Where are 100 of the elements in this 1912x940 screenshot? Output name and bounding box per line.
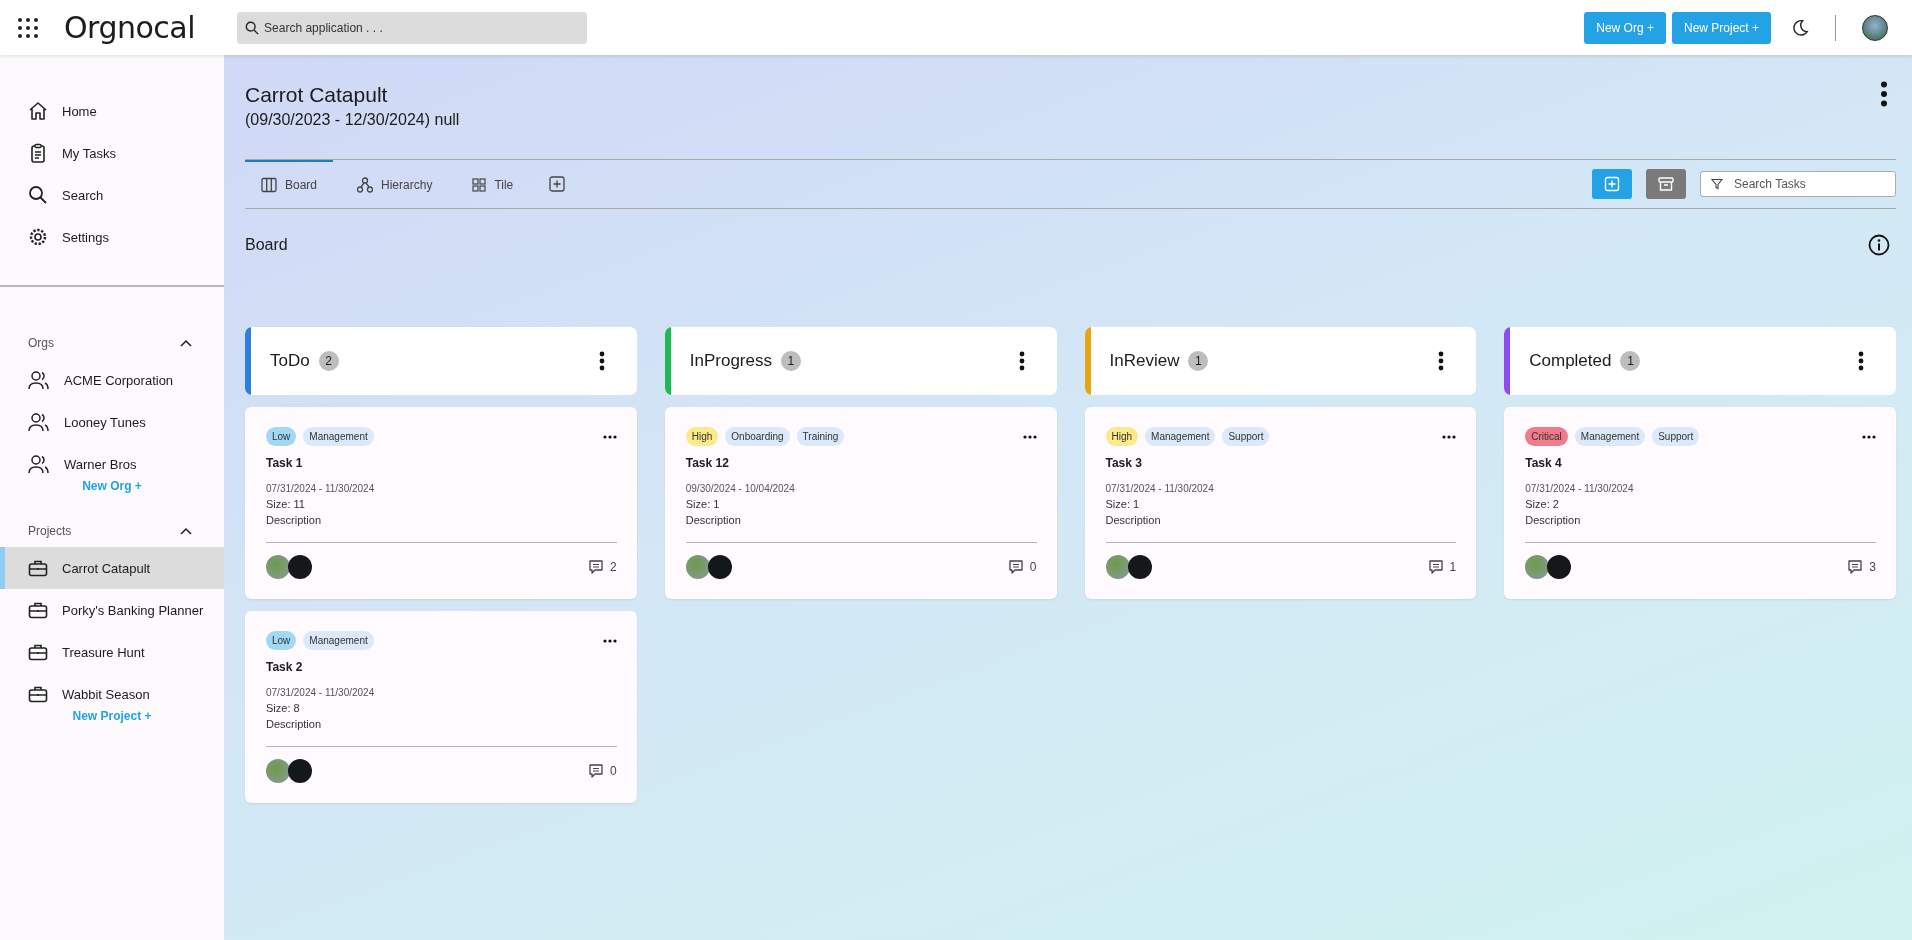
task-title: Task 12 (685, 456, 730, 470)
more-vertical-icon[interactable] (598, 351, 605, 371)
more-horizontal-icon[interactable] (602, 638, 617, 643)
column-title: Completed (1529, 351, 1612, 371)
project-item[interactable]: Porky's Banking Planner (0, 589, 224, 631)
count-badge: 1 (780, 351, 801, 371)
task-size: Size: 1 (1105, 498, 1141, 510)
avatar-placeholder (1547, 555, 1572, 579)
apps-grid-icon[interactable] (18, 17, 38, 38)
task-card[interactable]: High Onboarding Training Task 12 09/30/2024 - 10/04/2024 Size: 1 Description 0 (664, 407, 1057, 599)
more-vertical-icon[interactable] (1880, 81, 1888, 107)
moon-icon[interactable] (1791, 18, 1809, 37)
settings-icon (28, 227, 48, 247)
tag: Low (266, 631, 297, 650)
tag: Support (1222, 427, 1270, 446)
chevron-up-icon[interactable] (180, 527, 192, 535)
comment-icon[interactable] (1007, 559, 1024, 575)
view-tab[interactable]: Tile (456, 159, 530, 208)
avatar-placeholder (1127, 555, 1152, 579)
count-badge: 2 (318, 351, 339, 371)
tag: Support (1652, 427, 1700, 446)
nav-item[interactable]: My Tasks (0, 132, 224, 174)
comment-icon[interactable] (1847, 559, 1864, 575)
project-item[interactable]: Treasure Hunt (0, 631, 224, 673)
avatar-placeholder[interactable] (1862, 14, 1888, 41)
task-dates: 07/31/2024 - 11/30/2024 (1525, 483, 1635, 494)
add-view-icon[interactable] (549, 176, 566, 192)
archive-icon (1658, 176, 1674, 192)
task-description: Description (1525, 514, 1582, 526)
plus-icon (1604, 176, 1620, 192)
org-item[interactable]: Looney Tunes (0, 401, 224, 443)
task-size: Size: 1 (685, 498, 721, 510)
task-card[interactable]: High Management Support Task 3 07/31/2024 - 11/30/2024 Size: 1 Description 1 (1084, 407, 1477, 599)
tag: Management (1574, 427, 1646, 446)
task-search-field[interactable]: Search Tasks (1700, 171, 1896, 197)
column-title: InProgress (689, 351, 772, 371)
project-dates: (09/30/2023 - 12/30/2024) null (245, 111, 460, 129)
hierarchy-icon (357, 176, 374, 193)
tag: Training (796, 427, 845, 446)
task-dates: 07/31/2024 - 11/30/2024 (266, 483, 376, 494)
view-tab[interactable]: Hierarchy (341, 159, 449, 208)
comment-icon[interactable] (1427, 559, 1444, 575)
task-card[interactable]: Low Management Task 2 07/31/2024 - 11/30/2024 Size: 8 Description 0 (245, 611, 637, 803)
more-vertical-icon[interactable] (1438, 351, 1445, 371)
chevron-up-icon[interactable] (180, 339, 192, 347)
section-title: Board (245, 236, 288, 254)
task-size: Size: 8 (266, 702, 301, 714)
project-title: Carrot Catapult (245, 83, 389, 107)
task-title: Task 2 (266, 660, 304, 674)
nav-item[interactable]: Home (0, 90, 224, 132)
column-title: InReview (1109, 351, 1180, 371)
info-icon[interactable] (1868, 234, 1890, 256)
avatar-placeholder (288, 555, 312, 579)
task-dates: 07/31/2024 - 11/30/2024 (1105, 483, 1215, 494)
task-description: Description (266, 514, 323, 526)
columns-icon (261, 176, 277, 193)
task-card[interactable]: Critical Management Support Task 4 07/31/2024 - 11/30/2024 Size: 2 Description 3 (1504, 407, 1896, 599)
more-horizontal-icon[interactable] (1862, 434, 1876, 439)
nav-item[interactable]: Settings (0, 216, 224, 258)
avatar-placeholder (707, 555, 732, 579)
comment-icon[interactable] (588, 763, 605, 779)
search-icon (245, 20, 260, 35)
more-vertical-icon[interactable] (1858, 351, 1864, 371)
task-title: Task 3 (1105, 456, 1143, 470)
section-label: Projects (28, 524, 72, 538)
briefcase-icon (28, 643, 48, 661)
tag: Onboarding (725, 427, 790, 446)
search-field[interactable]: Search application . . . (237, 11, 588, 44)
filter-icon (1711, 178, 1723, 190)
archive-button[interactable] (1646, 169, 1686, 199)
project-item[interactable]: Carrot Catapult (0, 547, 224, 589)
task-description: Description (685, 514, 742, 526)
task-description: Description (1105, 514, 1162, 526)
tag: Management (303, 631, 374, 650)
more-vertical-icon[interactable] (1018, 351, 1025, 371)
comment-icon[interactable] (588, 559, 605, 575)
more-horizontal-icon[interactable] (602, 434, 617, 439)
people-icon (28, 454, 50, 474)
task-title: Task 4 (1525, 456, 1563, 470)
more-horizontal-icon[interactable] (1442, 434, 1457, 439)
briefcase-icon (28, 601, 48, 619)
task-card[interactable]: Low Management Task 1 07/31/2024 - 11/30/2024 Size: 11 Description 2 (245, 407, 637, 599)
add-task-button[interactable] (1592, 169, 1632, 199)
task-size: Size: 11 (266, 498, 306, 510)
comment-count: 2 (610, 560, 617, 574)
org-item[interactable]: ACME Corporation (0, 359, 224, 401)
comment-count: 1 (1449, 560, 1457, 574)
count-badge: 1 (1620, 351, 1641, 371)
tag: Management (303, 427, 374, 446)
view-tab[interactable]: Board (245, 159, 334, 208)
more-horizontal-icon[interactable] (1022, 434, 1037, 439)
app-logo[interactable]: Orgnocal (64, 10, 196, 45)
briefcase-icon (28, 559, 48, 577)
comment-count: 0 (1029, 560, 1037, 574)
avatar-placeholder (1105, 555, 1130, 579)
task-dates: 07/31/2024 - 11/30/2024 (266, 687, 376, 698)
avatar-placeholder (266, 555, 290, 579)
nav-item[interactable]: Search (0, 174, 224, 216)
people-icon (28, 370, 50, 390)
task-size: Size: 2 (1525, 498, 1560, 510)
